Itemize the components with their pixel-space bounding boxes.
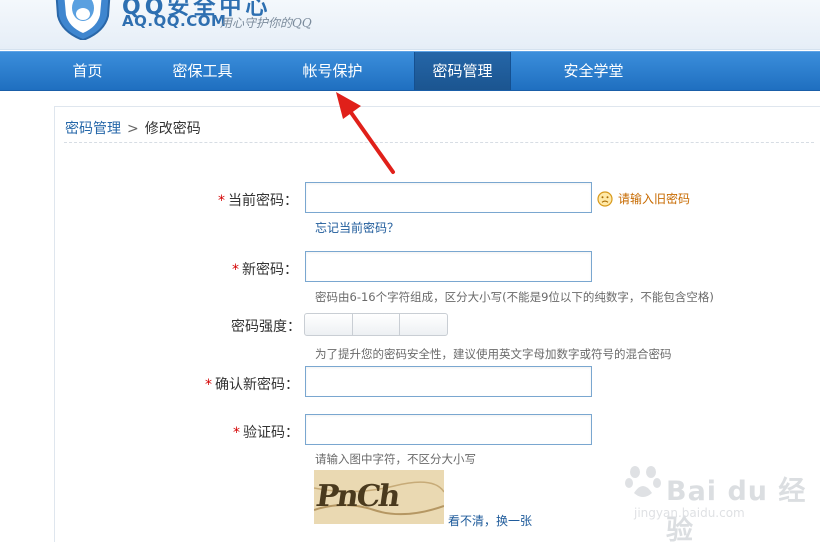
breadcrumb-parent-link[interactable]: 密码管理 bbox=[65, 121, 121, 137]
strength-segment-weak bbox=[305, 314, 353, 335]
qq-shield-logo-icon bbox=[55, 0, 111, 40]
watermark-url: jingyan.baidu.com bbox=[634, 506, 745, 520]
refresh-captcha-link[interactable]: 看不清，换一张 bbox=[448, 512, 532, 529]
nav-item-password-management[interactable]: 密码管理 bbox=[414, 52, 511, 90]
captcha-hint: 请输入图中字符，不区分大小写 bbox=[315, 452, 476, 466]
baidu-jingyan-watermark: Bai du 经验 jingyan.baidu.com bbox=[620, 455, 820, 542]
captcha-label: * 验证码： bbox=[233, 425, 299, 441]
header: QQ安全中心 AQ.QQ.COM 用心守护你的QQ bbox=[0, 0, 820, 50]
breadcrumb-separator: > bbox=[127, 121, 139, 137]
breadcrumb-current: 修改密码 bbox=[144, 121, 201, 137]
current-password-warning: 请输入旧密码 bbox=[597, 190, 690, 207]
strength-segment-strong bbox=[400, 314, 447, 335]
strength-segment-medium bbox=[353, 314, 401, 335]
captcha-image[interactable]: PnCh bbox=[314, 470, 444, 524]
current-password-label: * 当前密码： bbox=[218, 193, 298, 209]
required-mark: * bbox=[205, 377, 212, 393]
captcha-image-text: PnCh bbox=[314, 479, 403, 514]
confirm-password-input[interactable] bbox=[305, 366, 592, 397]
nav-item-account-protection[interactable]: 帐号保护 bbox=[284, 52, 381, 90]
red-arrow-annotation-icon bbox=[336, 92, 395, 174]
breadcrumb: 密码管理 > 修改密码 bbox=[65, 118, 201, 138]
new-password-input[interactable] bbox=[305, 251, 592, 282]
nav-item-security-tools[interactable]: 密保工具 bbox=[154, 52, 251, 90]
required-mark: * bbox=[232, 262, 239, 278]
current-password-input[interactable] bbox=[305, 182, 592, 213]
password-strength-meter bbox=[304, 313, 448, 336]
nav-item-security-school[interactable]: 安全学堂 bbox=[545, 52, 642, 90]
site-domain: AQ.QQ.COM bbox=[122, 12, 227, 30]
site-slogan: 用心守护你的QQ bbox=[220, 16, 312, 30]
main-nav: 首页 密保工具 帐号保护 密码管理 安全学堂 bbox=[0, 51, 820, 91]
divider bbox=[64, 142, 814, 143]
new-password-hint: 密码由6-16个字符组成，区分大小写(不能是9位以下的纯数字，不能包含空格) bbox=[315, 290, 714, 304]
required-mark: * bbox=[233, 425, 240, 441]
new-password-label: * 新密码： bbox=[232, 262, 298, 278]
current-password-warning-text: 请输入旧密码 bbox=[618, 192, 691, 206]
nav-item-home[interactable]: 首页 bbox=[40, 52, 135, 90]
password-strength-hint: 为了提升您的密码安全性，建议使用英文字母加数字或符号的混合密码 bbox=[315, 347, 672, 361]
baidu-paw-icon bbox=[625, 466, 661, 497]
confirm-password-label: * 确认新密码： bbox=[205, 377, 299, 393]
captcha-input[interactable] bbox=[305, 414, 592, 445]
forgot-password-link[interactable]: 忘记当前密码？ bbox=[315, 219, 399, 236]
required-mark: * bbox=[218, 193, 225, 209]
password-strength-label: 密码强度： bbox=[231, 319, 301, 335]
sad-face-warning-icon bbox=[597, 190, 613, 207]
